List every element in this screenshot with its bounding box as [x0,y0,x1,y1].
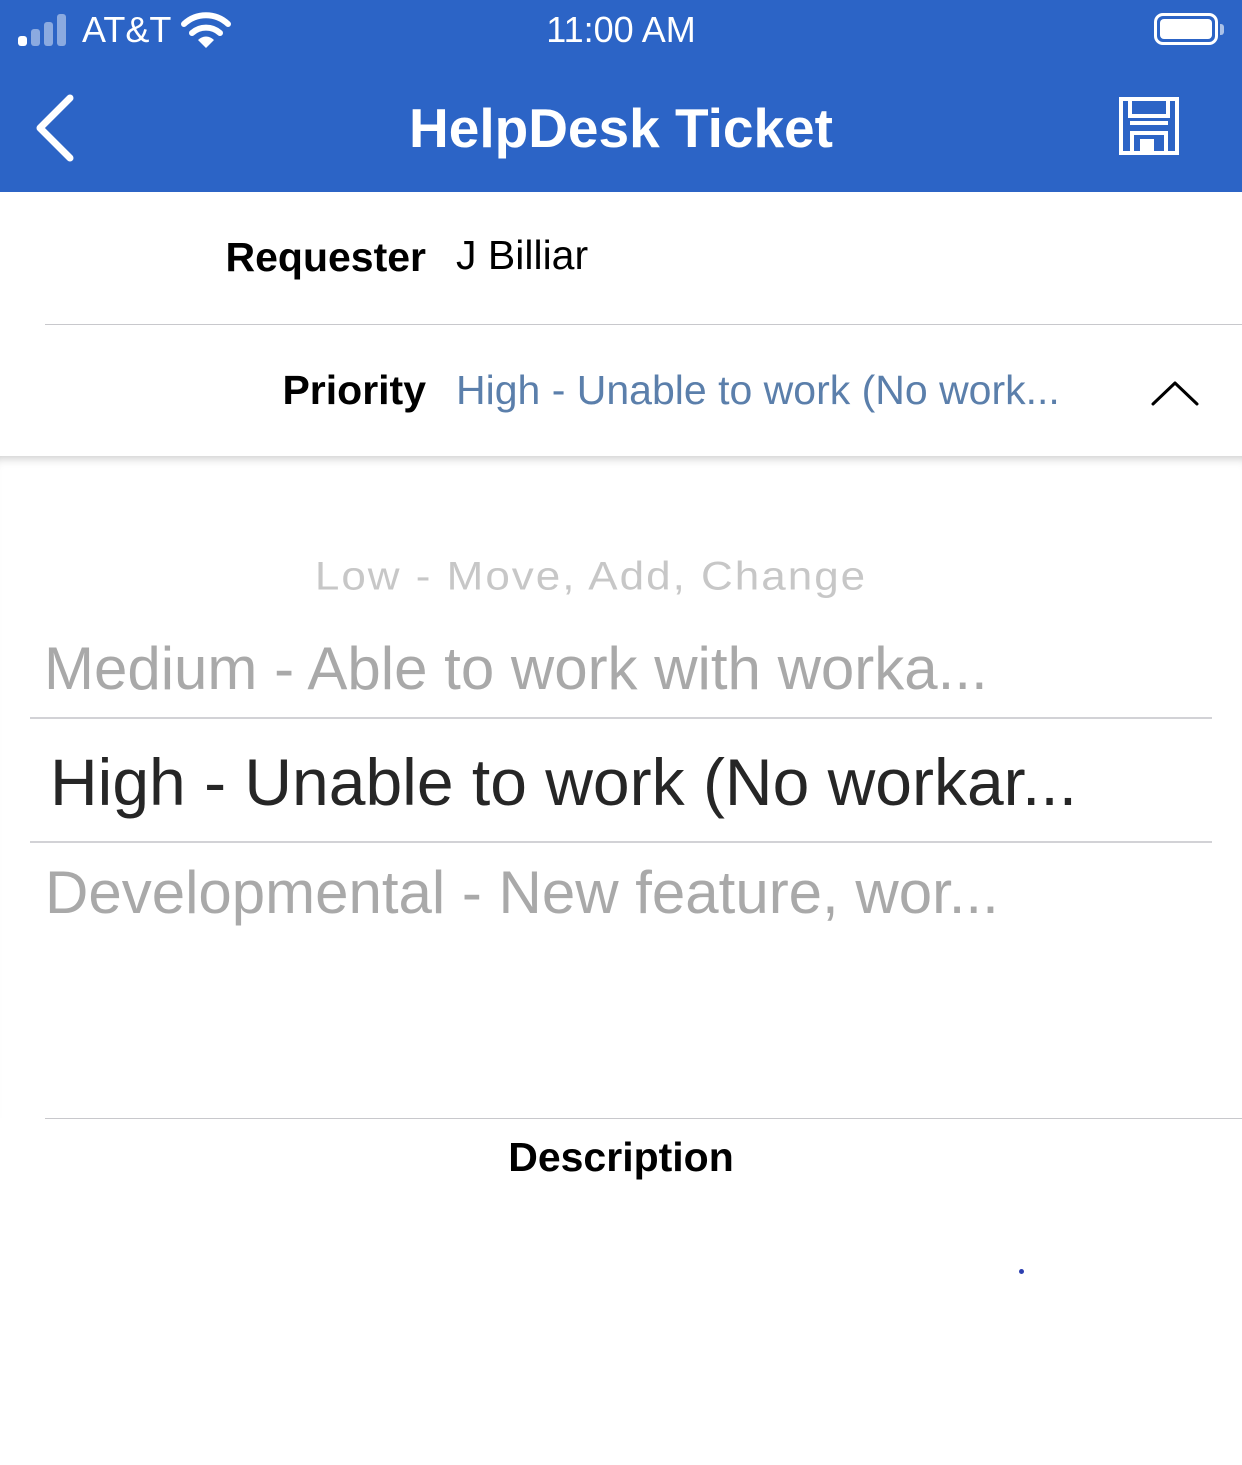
status-bar: AT&T 11:00 AM [0,0,1242,60]
priority-label: Priority [282,367,426,413]
priority-row[interactable]: Priority High - Unable to work (No work.… [0,325,1242,456]
picker-option-high-selected[interactable]: High - Unable to work (No workar... [50,744,1077,820]
picker-option-low[interactable]: Low - Move, Add, Change [0,555,1182,600]
picker-selection-top-line [30,717,1212,719]
row-divider [45,1118,1242,1119]
chevron-up-icon[interactable] [1150,378,1200,408]
page-title: HelpDesk Ticket [409,97,833,159]
app-header: AT&T 11:00 AM HelpDesk Ticket [0,0,1242,192]
requester-value[interactable]: J Billiar [456,232,588,279]
description-label: Description [508,1134,734,1180]
status-time: 11:00 AM [546,9,696,50]
priority-picker[interactable]: Low - Move, Add, Change Medium - Able to… [0,456,1242,1118]
priority-value[interactable]: High - Unable to work (No work... [456,367,1060,414]
requester-label: Requester [225,234,426,280]
picker-option-developmental[interactable]: Developmental - New feature, wor... [45,858,999,927]
picker-option-medium[interactable]: Medium - Able to work with worka... [44,634,988,703]
battery-icon [1154,13,1224,45]
text-cursor-dot [1019,1269,1024,1274]
picker-selection-bottom-line [30,841,1212,843]
floppy-disk-icon[interactable] [1118,96,1180,156]
requester-row: Requester J Billiar [0,192,1242,324]
